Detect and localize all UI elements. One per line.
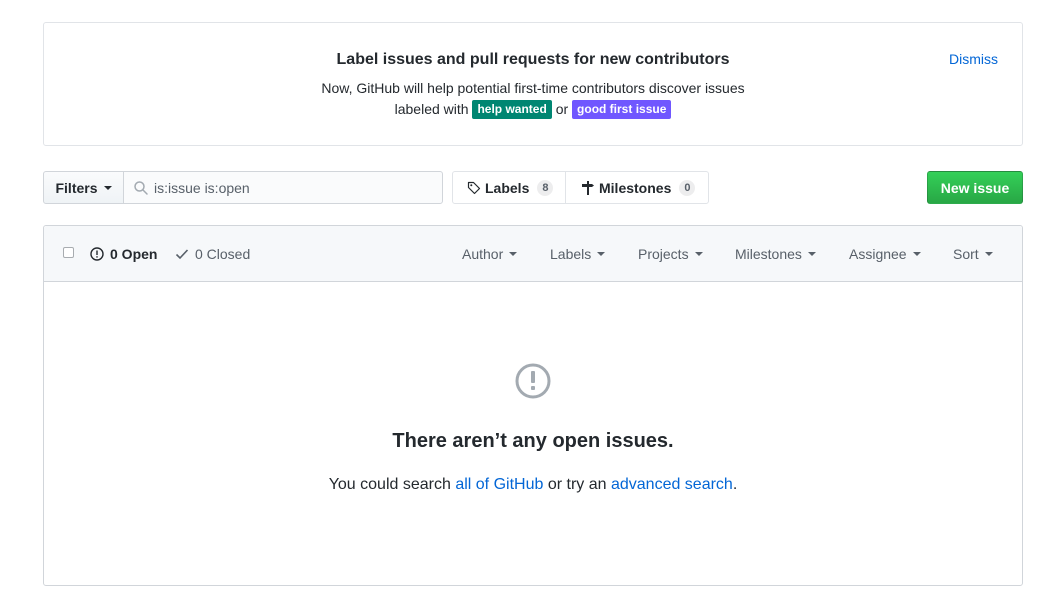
search-box[interactable]	[123, 171, 443, 204]
banner-text-line-2: labeled with help wanted or good first i…	[44, 99, 1022, 120]
caret-down-icon	[694, 252, 703, 256]
caret-down-icon	[103, 185, 112, 190]
all-of-github-link[interactable]: all of GitHub	[455, 476, 543, 493]
assignee-filter[interactable]: Assignee	[849, 246, 921, 262]
milestone-icon	[582, 180, 594, 195]
banner-title: Label issues and pull requests for new c…	[336, 51, 730, 68]
labels-button[interactable]: Labels 8	[452, 171, 566, 204]
open-issues-tab[interactable]: 0 Open	[90, 246, 157, 262]
filters-button[interactable]: Filters	[43, 171, 124, 204]
search-icon	[134, 181, 148, 195]
tag-icon	[467, 181, 481, 194]
sort-filter[interactable]: Sort	[953, 246, 993, 262]
issues-header: 0 Open 0 Closed Author Labels Projects M…	[44, 226, 1022, 282]
sort-filter-label: Sort	[953, 246, 979, 262]
blankslate-prefix: You could search	[328, 476, 451, 493]
banner-text-line-1: Now, GitHub will help potential first-ti…	[321, 80, 745, 96]
closed-count-label: 0 Closed	[195, 246, 251, 262]
projects-filter[interactable]: Projects	[638, 246, 703, 262]
milestones-button[interactable]: Milestones 0	[565, 171, 709, 204]
blankslate-suffix: .	[732, 476, 738, 493]
caret-down-icon	[597, 252, 606, 256]
milestones-count: 0	[679, 179, 696, 196]
caret-down-icon	[912, 252, 921, 256]
issue-opened-icon	[515, 363, 551, 399]
check-icon	[175, 249, 189, 260]
author-filter[interactable]: Author	[462, 246, 518, 262]
caret-down-icon	[984, 252, 993, 256]
new-issue-button[interactable]: New issue	[927, 171, 1023, 204]
author-filter-label: Author	[462, 246, 504, 262]
caret-down-icon	[509, 252, 518, 256]
milestones-filter[interactable]: Milestones	[735, 246, 816, 262]
open-count-label: 0 Open	[110, 246, 158, 262]
advanced-search-link[interactable]: advanced search	[611, 476, 733, 493]
blankslate-title: There aren’t any open issues.	[392, 430, 674, 452]
filters-label: Filters	[55, 179, 98, 196]
projects-filter-label: Projects	[638, 246, 689, 262]
labels-label: Labels	[485, 179, 530, 196]
issues-list-box: 0 Open 0 Closed Author Labels Projects M…	[43, 225, 1023, 586]
caret-down-icon	[807, 252, 816, 256]
blankslate-middle: or try an	[547, 476, 607, 493]
good-first-issue-label[interactable]: good first issue	[572, 100, 672, 119]
banner-text: Now, GitHub will help potential first-ti…	[44, 78, 1022, 120]
assignee-filter-label: Assignee	[849, 246, 907, 262]
milestones-label: Milestones	[599, 179, 672, 196]
closed-issues-tab[interactable]: 0 Closed	[175, 246, 250, 262]
milestones-filter-label: Milestones	[735, 246, 802, 262]
labels-count: 8	[537, 179, 554, 196]
contributor-banner: Label issues and pull requests for new c…	[43, 22, 1023, 146]
help-wanted-label[interactable]: help wanted	[472, 100, 552, 119]
dismiss-button[interactable]: Dismiss	[949, 51, 998, 67]
labels-filter[interactable]: Labels	[550, 246, 606, 262]
banner-or: or	[555, 101, 569, 117]
issue-opened-icon	[90, 247, 104, 261]
select-all-checkbox[interactable]	[63, 247, 74, 258]
blankslate-text: You could search all of GitHub or try an…	[44, 476, 1022, 494]
labels-filter-label: Labels	[550, 246, 592, 262]
banner-labeled-with: labeled with	[394, 101, 469, 117]
search-input[interactable]	[154, 172, 434, 203]
